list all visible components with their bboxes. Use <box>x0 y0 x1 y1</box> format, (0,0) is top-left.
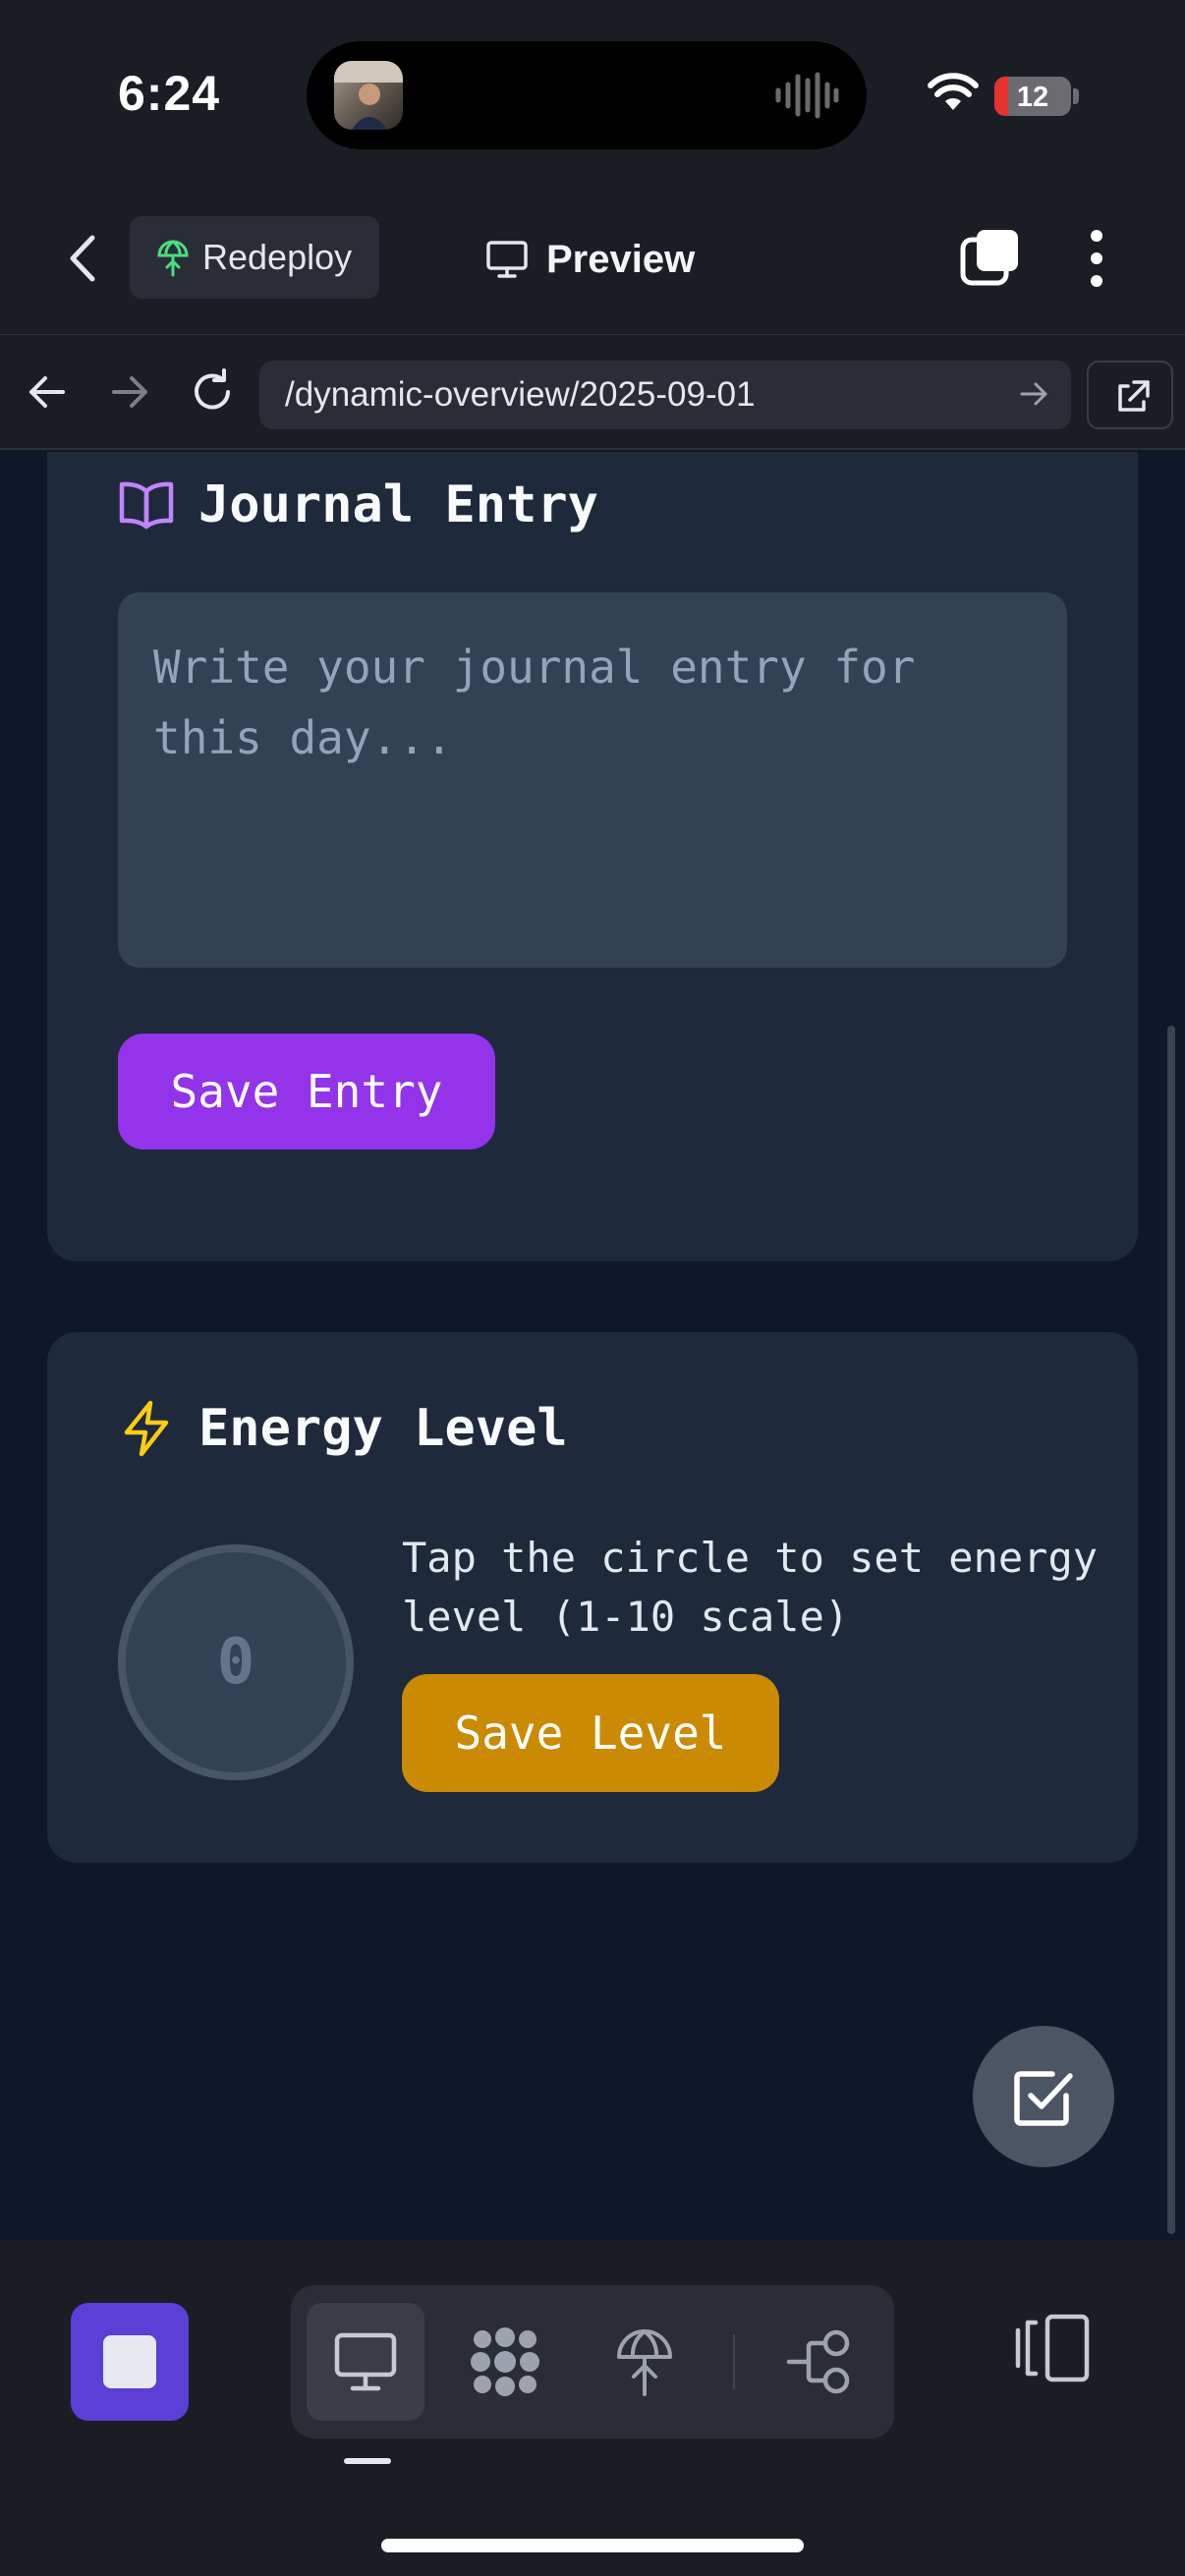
desktop-icon <box>334 2332 397 2391</box>
energy-level-circle[interactable]: 0 <box>118 1544 354 1780</box>
journal-textarea[interactable]: Write your journal entry for this day... <box>118 592 1067 968</box>
monitor-icon <box>486 241 528 278</box>
deploy-icon <box>157 240 189 277</box>
tool-dots-grid[interactable] <box>446 2303 564 2421</box>
preview-label: Preview <box>546 237 696 281</box>
browser-bar: /dynamic-overview/2025-09-01 <box>0 334 1185 450</box>
back-chevron-icon[interactable] <box>57 224 112 293</box>
checkbox-icon <box>1014 2071 1073 2126</box>
reload-icon[interactable] <box>185 364 240 420</box>
preview-tab[interactable]: Preview <box>485 228 695 291</box>
journal-title: Journal Entry <box>118 476 598 534</box>
wifi-icon <box>928 73 979 110</box>
layout-toggle-icon[interactable] <box>1012 2307 1095 2389</box>
url-field[interactable]: /dynamic-overview/2025-09-01 <box>259 361 1071 429</box>
island-avatar <box>334 61 403 130</box>
external-link-icon <box>1118 380 1150 412</box>
tool-desktop[interactable] <box>307 2303 424 2421</box>
energy-hint: Tap the circle to set energy level (1-10… <box>402 1534 1099 1641</box>
redeploy-button[interactable]: Redeploy <box>130 216 379 299</box>
tool-separator <box>733 2334 735 2389</box>
stop-button[interactable] <box>71 2303 189 2421</box>
deploy-icon <box>617 2329 672 2396</box>
more-vertical-icon[interactable] <box>1071 224 1122 293</box>
browser-back-icon[interactable] <box>20 364 75 420</box>
flow-icon <box>786 2329 850 2394</box>
status-time: 6:24 <box>118 66 221 121</box>
battery-indicator: 12 <box>994 77 1071 116</box>
open-external-button[interactable] <box>1087 361 1173 429</box>
tool-deploy[interactable] <box>586 2303 704 2421</box>
lightning-icon <box>124 1400 169 1457</box>
dots-grid-icon <box>471 2327 539 2396</box>
active-tool-indicator <box>344 2458 391 2464</box>
journal-card: Journal Entry Write your journal entry f… <box>47 452 1138 1261</box>
tool-group <box>291 2285 894 2438</box>
url-text: /dynamic-overview/2025-09-01 <box>285 375 756 414</box>
energy-title: Energy Level <box>118 1399 568 1458</box>
home-indicator[interactable] <box>381 2539 804 2552</box>
battery-level: 12 <box>1016 82 1049 113</box>
energy-card: Energy Level 0 Tap the circle to set ene… <box>47 1332 1138 1863</box>
bottom-toolbar <box>0 2240 1185 2576</box>
audio-wave-icon <box>775 72 839 119</box>
battery-tip <box>1073 88 1079 104</box>
tasks-fab[interactable] <box>973 2026 1114 2167</box>
book-open-icon <box>119 481 174 530</box>
browser-forward-icon[interactable] <box>102 364 157 420</box>
scrollbar[interactable] <box>1167 1026 1175 2234</box>
page-content: Journal Entry Write your journal entry f… <box>0 452 1185 2240</box>
tool-flow[interactable] <box>761 2303 878 2421</box>
tabs-icon[interactable] <box>959 226 1022 289</box>
top-chrome: 6:24 12 Redeploy Preview /dynamic-overvi… <box>0 0 1185 450</box>
save-entry-button[interactable]: Save Entry <box>118 1034 495 1149</box>
journal-placeholder: Write your journal entry for this day... <box>153 641 916 764</box>
redeploy-label: Redeploy <box>202 237 353 277</box>
go-arrow-icon[interactable] <box>1014 374 1053 414</box>
energy-title-text: Energy Level <box>198 1399 568 1458</box>
journal-title-text: Journal Entry <box>198 476 598 534</box>
save-level-button[interactable]: Save Level <box>402 1674 779 1792</box>
dynamic-island <box>307 41 867 149</box>
